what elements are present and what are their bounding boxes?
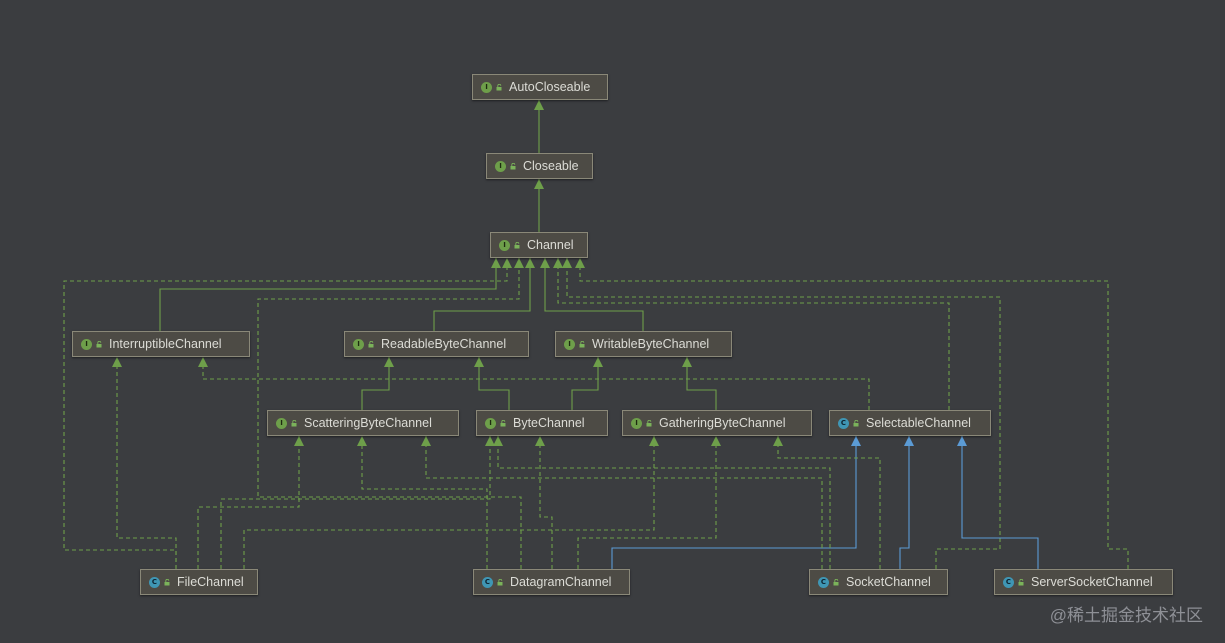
node-socket-channel[interactable]: C SocketChannel bbox=[809, 569, 948, 595]
edge-DatagramChannel-to-ByteChannel bbox=[535, 436, 553, 569]
edge-DatagramChannel-to-SelectableChannel bbox=[611, 436, 861, 569]
open-lock-icon bbox=[579, 340, 586, 348]
node-label: DatagramChannel bbox=[510, 575, 612, 589]
node-label: ServerSocketChannel bbox=[1031, 575, 1153, 589]
class-badge-icon: C bbox=[1003, 576, 1014, 588]
interface-badge-icon: I bbox=[495, 160, 506, 172]
edge-InterruptibleChannel-to-Channel bbox=[159, 258, 501, 331]
open-lock-icon bbox=[96, 340, 103, 348]
node-label: InterruptibleChannel bbox=[109, 337, 222, 351]
hierarchy-diagram bbox=[63, 100, 1129, 569]
edge-DatagramChannel-to-GatheringByteChannel bbox=[577, 436, 721, 569]
edge-FileChannel-to-ScatteringByteChannel bbox=[197, 436, 304, 569]
node-label: SelectableChannel bbox=[866, 416, 971, 430]
edge-GatheringByteChannel-to-WritableByteChannel bbox=[682, 357, 717, 410]
class-badge-icon: C bbox=[818, 576, 829, 588]
node-selectable-channel[interactable]: C SelectableChannel bbox=[829, 410, 991, 436]
open-lock-icon bbox=[1018, 578, 1025, 586]
node-closeable[interactable]: I Closeable bbox=[486, 153, 593, 179]
node-label: AutoCloseable bbox=[509, 80, 591, 94]
node-datagram-channel[interactable]: C DatagramChannel bbox=[473, 569, 630, 595]
node-label: ScatteringByteChannel bbox=[304, 416, 432, 430]
open-lock-icon bbox=[291, 419, 298, 427]
interface-badge-icon: I bbox=[481, 81, 492, 93]
open-lock-icon bbox=[853, 419, 860, 427]
open-lock-icon bbox=[646, 419, 653, 427]
edge-FileChannel-to-InterruptibleChannel bbox=[112, 357, 177, 569]
open-lock-icon bbox=[164, 578, 171, 586]
node-channel[interactable]: I Channel bbox=[490, 232, 588, 258]
edge-SelectableChannel-to-InterruptibleChannel bbox=[198, 357, 870, 410]
open-lock-icon bbox=[496, 83, 503, 91]
interface-badge-icon: I bbox=[81, 338, 92, 350]
node-label: Closeable bbox=[523, 159, 579, 173]
open-lock-icon bbox=[510, 162, 517, 170]
node-byte-channel[interactable]: I ByteChannel bbox=[476, 410, 608, 436]
node-label: FileChannel bbox=[177, 575, 244, 589]
node-readable-byte-channel[interactable]: I ReadableByteChannel bbox=[344, 331, 529, 357]
edge-WritableByteChannel-to-Channel bbox=[540, 258, 644, 331]
interface-badge-icon: I bbox=[631, 417, 642, 429]
node-label: ReadableByteChannel bbox=[381, 337, 507, 351]
edge-FileChannel-to-ByteChannel bbox=[220, 436, 495, 569]
edge-DatagramChannel-to-ScatteringByteChannel bbox=[357, 436, 488, 569]
edge-ByteChannel-to-ReadableByteChannel bbox=[474, 357, 510, 410]
node-gathering-byte-channel[interactable]: I GatheringByteChannel bbox=[622, 410, 812, 436]
interface-badge-icon: I bbox=[499, 239, 510, 251]
edge-SocketChannel-to-ScatteringByteChannel bbox=[421, 436, 823, 569]
node-file-channel[interactable]: C FileChannel bbox=[140, 569, 258, 595]
open-lock-icon bbox=[514, 241, 521, 249]
node-label: ByteChannel bbox=[513, 416, 585, 430]
class-badge-icon: C bbox=[149, 576, 160, 588]
node-label: SocketChannel bbox=[846, 575, 931, 589]
node-server-socket-channel[interactable]: C ServerSocketChannel bbox=[994, 569, 1173, 595]
interface-badge-icon: I bbox=[353, 338, 364, 350]
node-auto-closeable[interactable]: I AutoCloseable bbox=[472, 74, 608, 100]
edge-ScatteringByteChannel-to-ReadableByteChannel bbox=[361, 357, 394, 410]
node-scattering-byte-channel[interactable]: I ScatteringByteChannel bbox=[267, 410, 459, 436]
node-label: Channel bbox=[527, 238, 574, 252]
edge-ReadableByteChannel-to-Channel bbox=[433, 258, 535, 331]
open-lock-icon bbox=[500, 419, 507, 427]
edge-ByteChannel-to-WritableByteChannel bbox=[571, 357, 603, 410]
node-label: GatheringByteChannel bbox=[659, 416, 786, 430]
edge-SocketChannel-to-ByteChannel bbox=[493, 436, 831, 569]
watermark-text: @稀土掘金技术社区 bbox=[1049, 606, 1203, 625]
class-badge-icon: C bbox=[482, 576, 493, 588]
class-badge-icon: C bbox=[838, 417, 849, 429]
open-lock-icon bbox=[368, 340, 375, 348]
node-writable-byte-channel[interactable]: I WritableByteChannel bbox=[555, 331, 732, 357]
interface-badge-icon: I bbox=[276, 417, 287, 429]
interface-badge-icon: I bbox=[564, 338, 575, 350]
interface-badge-icon: I bbox=[485, 417, 496, 429]
open-lock-icon bbox=[497, 578, 504, 586]
node-interruptible-channel[interactable]: I InterruptibleChannel bbox=[72, 331, 250, 357]
edge-FileChannel-to-GatheringByteChannel bbox=[243, 436, 659, 569]
node-label: WritableByteChannel bbox=[592, 337, 710, 351]
edge-SocketChannel-to-SelectableChannel bbox=[899, 436, 914, 569]
edge-SocketChannel-to-GatheringByteChannel bbox=[773, 436, 881, 569]
open-lock-icon bbox=[833, 578, 840, 586]
